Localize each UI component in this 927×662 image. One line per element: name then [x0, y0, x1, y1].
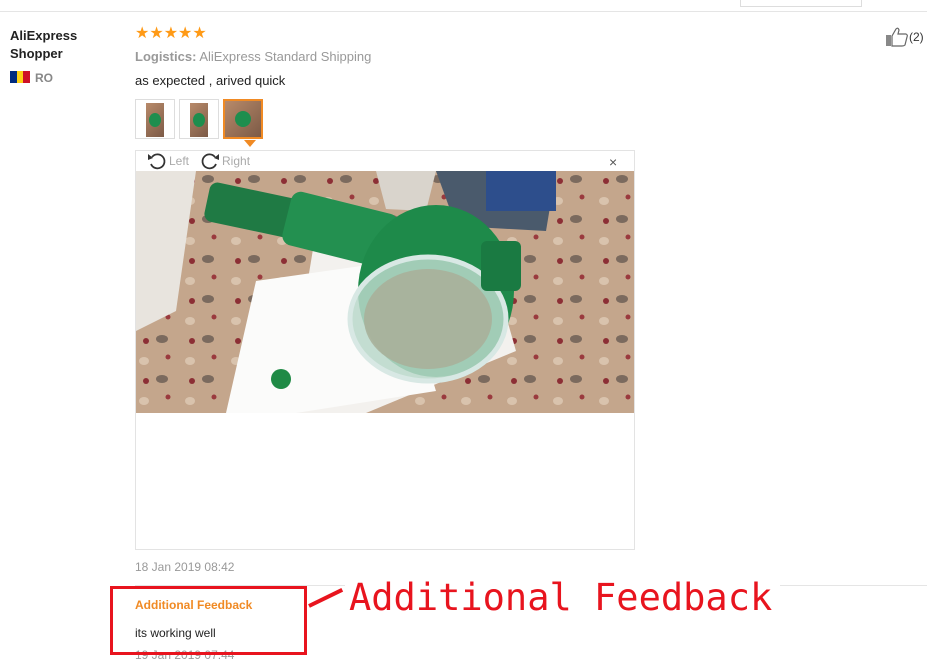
photo-thumbnail[interactable] — [179, 99, 219, 139]
annotation-highlight-box — [110, 586, 307, 655]
garden-water-timer-image — [136, 171, 634, 413]
review-text: as expected , arived quick — [135, 73, 286, 88]
rotate-left-button[interactable]: Left — [146, 151, 189, 171]
viewer-close-button[interactable]: × — [609, 155, 617, 169]
review-photo — [136, 171, 634, 413]
reviewer-name: AliExpress Shopper — [10, 28, 78, 61]
annotation-label: Additional Feedback — [345, 576, 781, 620]
thumbnail-image — [225, 101, 261, 137]
country-flag-icon — [10, 71, 31, 83]
flag-stripe-yellow — [16, 71, 24, 83]
thumbnail-image — [190, 103, 208, 137]
logistics-label: Logistics: — [135, 49, 197, 64]
reviewer-country: RO — [35, 71, 53, 85]
thumbs-up-icon — [886, 27, 908, 47]
rotate-right-icon — [201, 153, 220, 170]
flag-stripe-red — [23, 71, 31, 83]
star-rating: ★★★★★ — [135, 25, 207, 42]
helpful-count: (2) — [909, 30, 924, 44]
thumbnail-image — [146, 103, 164, 137]
review-date: 18 Jan 2019 08:42 — [135, 560, 235, 574]
viewer-toolbar: Left Right — [146, 151, 260, 171]
top-divider — [0, 11, 927, 12]
photo-thumbnail[interactable] — [135, 99, 175, 139]
annotation-pointer-line — [308, 587, 344, 608]
top-control-edge — [740, 0, 862, 7]
rotate-right-button[interactable]: Right — [199, 151, 250, 171]
rotate-right-label: Right — [222, 154, 251, 168]
logistics-info: Logistics: AliExpress Standard Shipping — [135, 49, 371, 64]
active-thumbnail-caret — [244, 140, 256, 147]
rotate-left-label: Left — [169, 154, 190, 168]
photo-thumbnail-active[interactable] — [223, 99, 263, 139]
rotate-left-icon — [148, 153, 166, 170]
photo-thumbnails — [135, 99, 263, 139]
flag-stripe-blue — [10, 71, 17, 83]
helpful-button[interactable]: (2) — [885, 27, 924, 47]
logistics-value: AliExpress Standard Shipping — [199, 49, 372, 64]
